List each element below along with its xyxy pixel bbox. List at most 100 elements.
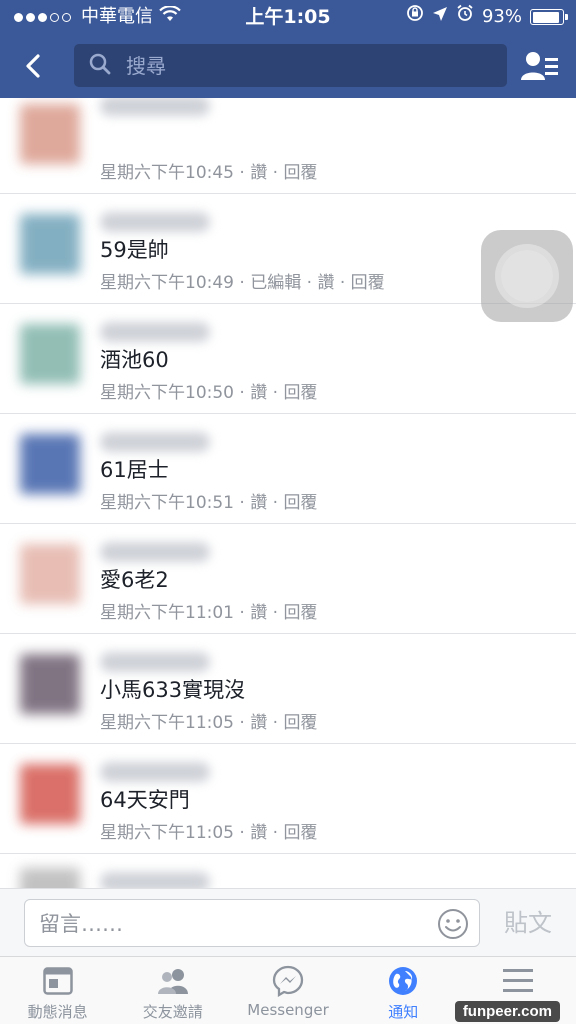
reply-link[interactable]: 回覆 [283, 493, 317, 513]
emoji-button[interactable] [437, 908, 469, 940]
reply-link[interactable]: 回覆 [283, 603, 317, 623]
battery-percentage: 93% [481, 6, 522, 27]
friend-requests-icon [156, 965, 190, 997]
tab-notifications[interactable]: 通知 [346, 957, 461, 1024]
comment-timestamp: 星期六下午11:01 [100, 603, 234, 623]
comment-text: 酒池60 [100, 348, 169, 372]
avatar[interactable] [20, 434, 80, 494]
status-right: 93% [406, 0, 568, 34]
search-icon [88, 52, 112, 80]
reply-link[interactable]: 回覆 [283, 713, 317, 733]
comment-text: 愛6老2 [100, 568, 169, 592]
comment-input-box[interactable] [24, 899, 480, 947]
tab-label: 交友邀請 [142, 1003, 203, 1021]
status-left: 中華電信 [14, 0, 181, 34]
top-navigation-bar: 中華電信 上午1:05 93% [0, 0, 576, 98]
comment-text: 64天安門 [100, 788, 190, 812]
smiley-icon [438, 909, 468, 939]
tab-label: 動態消息 [27, 1003, 88, 1021]
tab-messenger[interactable]: Messenger [230, 957, 345, 1024]
comment-timestamp: 星期六下午10:50 [100, 383, 234, 403]
location-arrow-icon [432, 0, 448, 34]
avatar[interactable] [20, 544, 80, 604]
like-link[interactable]: 讚 [250, 603, 267, 623]
comment-item: 小馬633實現沒 星期六下午11:05 · 讚 · 回覆 [0, 634, 576, 744]
edited-label[interactable]: 已編輯 [250, 273, 301, 293]
messenger-icon [271, 965, 305, 997]
menu-icon [501, 965, 535, 997]
comment-meta: 星期六下午11:05 · 讚 · 回覆 [100, 823, 318, 843]
comment-meta: 星期六下午10:51 · 讚 · 回覆 [100, 493, 318, 513]
search-input[interactable] [126, 53, 466, 78]
comment-timestamp: 星期六下午10:49 [100, 273, 234, 293]
friends-list-icon [521, 52, 558, 80]
comment-item: 愛6老2 星期六下午11:01 · 讚 · 回覆 [0, 524, 576, 634]
commenter-name-blurred[interactable] [100, 432, 210, 452]
tab-label: 通知 [388, 1003, 419, 1021]
commenter-name-blurred[interactable] [100, 872, 210, 888]
comment-item: 61居士 星期六下午10:51 · 讚 · 回覆 [0, 414, 576, 524]
comment-meta: 星期六下午10:45 · 讚 · 回覆 [100, 163, 318, 183]
comment-timestamp: 星期六下午10:45 [100, 163, 234, 183]
comment-timestamp: 星期六下午11:05 [100, 823, 234, 843]
avatar[interactable] [20, 654, 80, 714]
comment-text: 59是帥 [100, 238, 169, 262]
reply-link[interactable]: 回覆 [351, 273, 385, 293]
assistive-touch-button[interactable] [481, 230, 573, 322]
signal-strength-icon [14, 12, 71, 22]
tab-news-feed[interactable]: 動態消息 [0, 957, 115, 1024]
alarm-icon [456, 0, 474, 34]
like-link[interactable]: 讚 [250, 163, 267, 183]
battery-icon [530, 9, 568, 25]
like-link[interactable]: 讚 [317, 273, 334, 293]
comment-text: 小馬633實現沒 [100, 678, 246, 702]
comment-item: 酒池60 星期六下午10:50 · 讚 · 回覆 [0, 304, 576, 414]
comment-text: 61居士 [100, 458, 169, 482]
search-bar[interactable] [74, 44, 507, 87]
comment-list[interactable]: 星期六下午10:45 · 讚 · 回覆 59是帥 星期六下午10:49 · 已編… [0, 98, 576, 888]
tab-label: Messenger [247, 1001, 329, 1019]
back-arrow-icon [26, 54, 40, 78]
like-link[interactable]: 讚 [250, 823, 267, 843]
comment-timestamp: 星期六下午11:05 [100, 713, 234, 733]
avatar[interactable] [20, 868, 80, 888]
commenter-name-blurred[interactable] [100, 652, 210, 672]
commenter-name-blurred[interactable] [100, 212, 210, 232]
like-link[interactable]: 讚 [250, 713, 267, 733]
comment-input[interactable] [39, 908, 429, 940]
wifi-icon [159, 0, 181, 34]
avatar[interactable] [20, 764, 80, 824]
post-button[interactable]: 貼文 [496, 905, 560, 941]
orientation-lock-icon [406, 0, 424, 34]
notifications-globe-icon [386, 965, 420, 997]
reply-link[interactable]: 回覆 [283, 163, 317, 183]
avatar[interactable] [20, 324, 80, 384]
friends-list-button[interactable] [518, 44, 562, 88]
commenter-name-blurred[interactable] [100, 542, 210, 562]
reply-link[interactable]: 回覆 [283, 383, 317, 403]
news-feed-icon [41, 965, 75, 997]
comment-item: 64天安門 星期六下午11:05 · 讚 · 回覆 [0, 744, 576, 854]
carrier-name: 中華電信 [81, 6, 153, 27]
like-link[interactable]: 讚 [250, 383, 267, 403]
tab-friend-requests[interactable]: 交友邀請 [115, 957, 230, 1024]
comment-item-partial [0, 854, 576, 888]
watermark: funpeer.com [454, 1001, 560, 1022]
avatar[interactable] [20, 104, 80, 164]
like-link[interactable]: 讚 [250, 493, 267, 513]
commenter-name-blurred[interactable] [100, 762, 210, 782]
commenter-name-blurred[interactable] [100, 98, 210, 116]
avatar[interactable] [20, 214, 80, 274]
reply-link[interactable]: 回覆 [283, 823, 317, 843]
assistive-touch-icon [501, 250, 553, 302]
commenter-name-blurred[interactable] [100, 322, 210, 342]
comment-timestamp: 星期六下午10:51 [100, 493, 234, 513]
comment-meta: 星期六下午11:01 · 讚 · 回覆 [100, 603, 318, 623]
battery-fill [532, 11, 560, 23]
comment-meta: 星期六下午11:05 · 讚 · 回覆 [100, 713, 318, 733]
comment-composer: 貼文 [0, 888, 576, 956]
comment-meta: 星期六下午10:50 · 讚 · 回覆 [100, 383, 318, 403]
back-button[interactable] [12, 44, 56, 88]
comment-meta: 星期六下午10:49 · 已編輯 · 讚 · 回覆 [100, 273, 385, 293]
status-bar: 中華電信 上午1:05 93% [0, 0, 576, 34]
